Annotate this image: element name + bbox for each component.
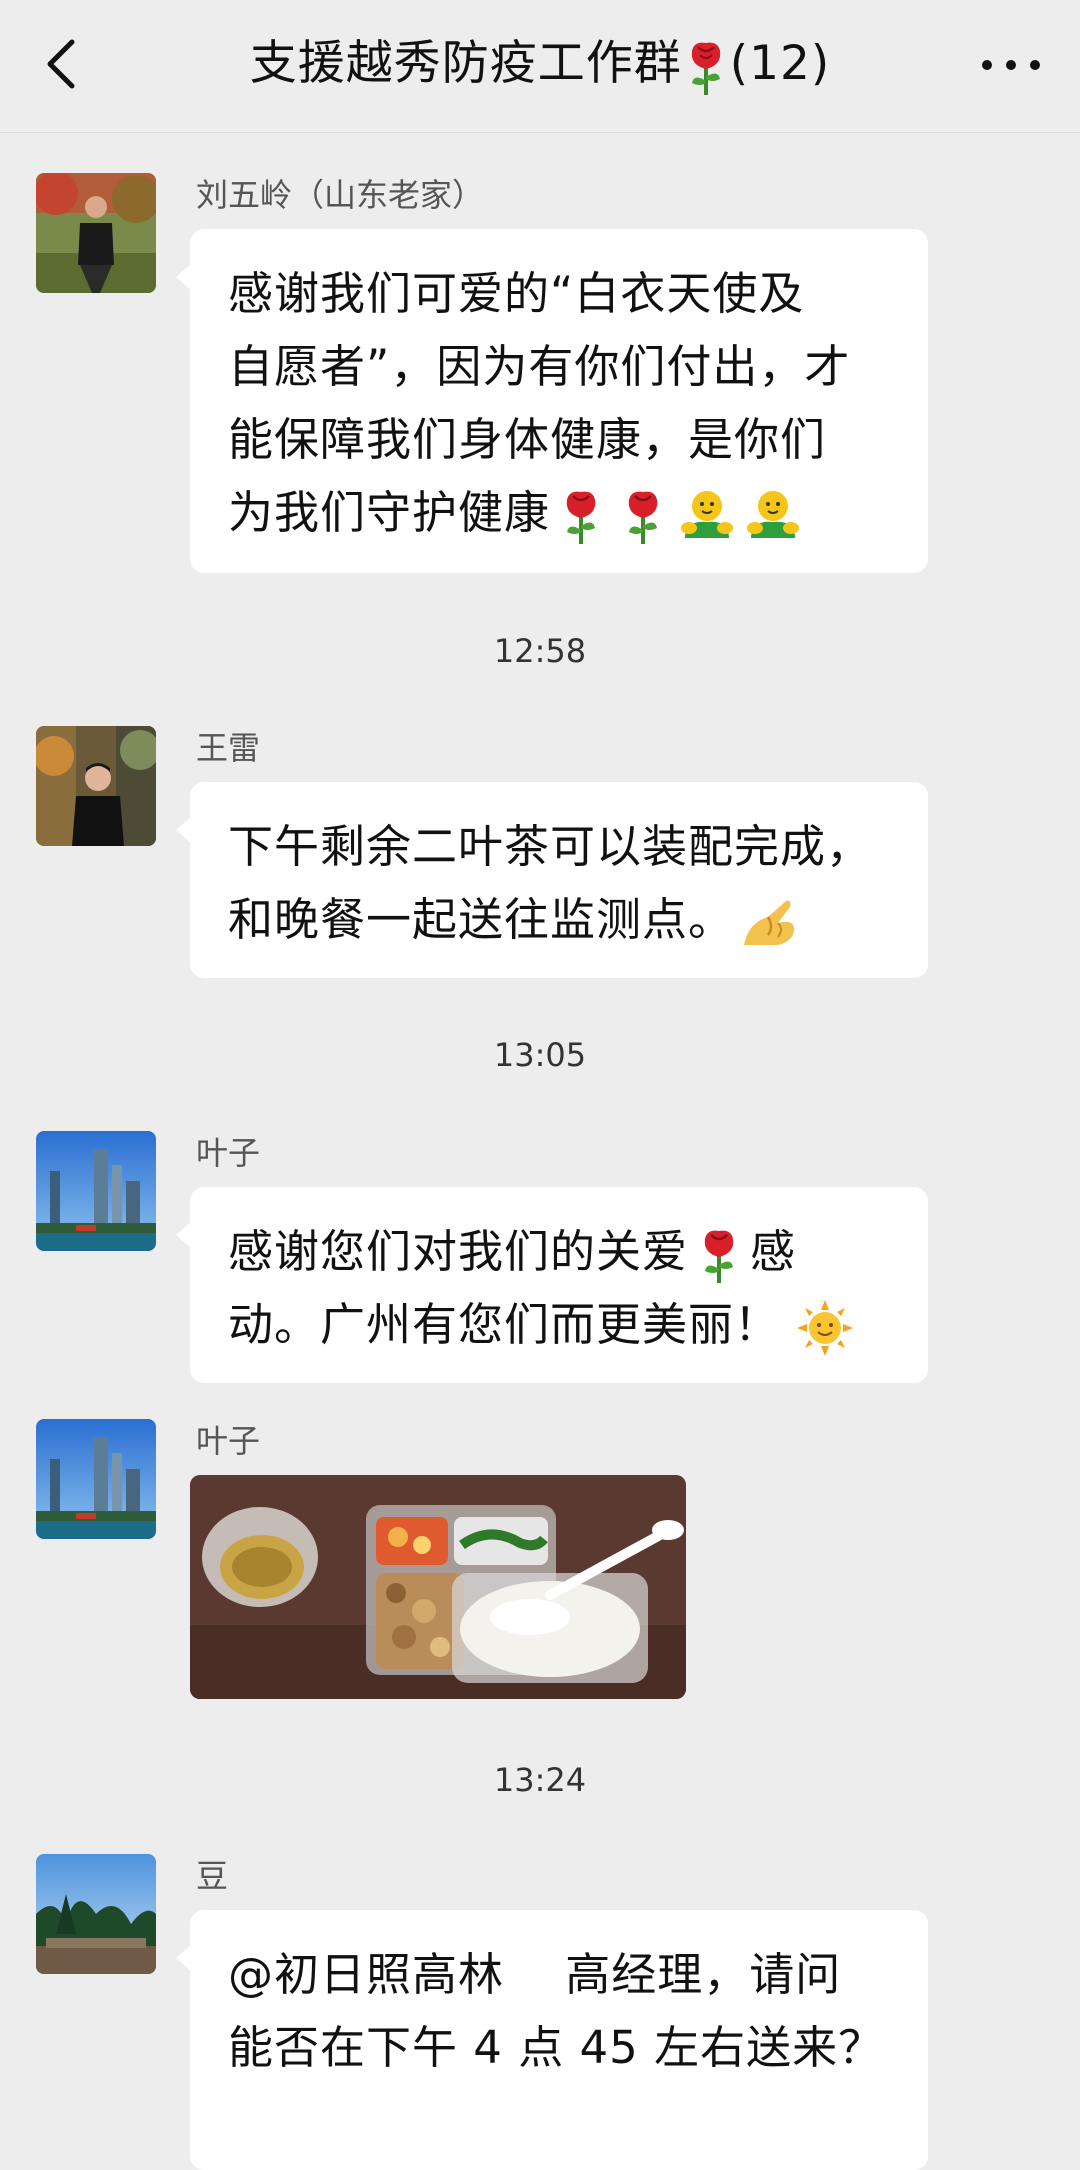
avatar-photo (36, 173, 156, 293)
hug-emoji-icon (747, 491, 800, 538)
avatar[interactable] (36, 1854, 156, 1974)
message-line-with-emoji: 感谢您们对我们的关爱 感 (228, 1215, 892, 1288)
message-item: 豆 @初日照高林 高经理，请问 能否在下午 4 点 45 左右送来？ (0, 1854, 1080, 2170)
rose-emoji-icon (691, 42, 720, 95)
sender-name: 叶子 (196, 1422, 261, 1460)
timestamp: 12:58 (493, 632, 587, 670)
avatar-photo (36, 726, 156, 846)
avatar[interactable] (36, 1419, 156, 1539)
ok-hand-emoji-icon (744, 900, 795, 945)
more-button[interactable] (982, 50, 1044, 80)
meal-photo (190, 1475, 686, 1699)
message-line-with-emoji: 和晚餐一起送往监测点。 (228, 883, 892, 956)
sender-name: 王雷 (196, 729, 261, 767)
avatar[interactable] (36, 726, 156, 846)
message-line: 能否在下午 4 点 45 左右送来？ (228, 2021, 885, 2074)
message-item: 叶子 感谢您们对我们的关爱 感 动。广州有您们而更美丽！ (0, 1131, 1080, 1383)
chat-title: 支援越秀防疫工作群 (12) (0, 28, 1080, 100)
timestamp: 13:05 (493, 1036, 587, 1074)
message-line: 为我们守护健康 (228, 486, 551, 539)
message-line-with-emoji: 动。广州有您们而更美丽！ (228, 1288, 892, 1361)
message-line: 感谢我们可爱的“白衣天使及 (228, 267, 805, 320)
message-bubble[interactable]: @初日照高林 高经理，请问 能否在下午 4 点 45 左右送来？ (176, 1910, 928, 2170)
sender-name: 豆 (196, 1857, 229, 1895)
rose-emoji-icon (628, 491, 658, 544)
image-message[interactable] (190, 1475, 686, 1699)
avatar-photo (36, 1419, 156, 1539)
more-dots-icon (982, 60, 992, 70)
rose-emoji-icon (566, 491, 596, 544)
message-line-with-emoji: 为我们守护健康 (228, 476, 892, 549)
message-line: @初日照高林 高经理，请问 (228, 1948, 842, 2001)
message-line: 能保障我们身体健康，是你们 (228, 413, 827, 466)
message-bubble[interactable]: 感谢我们可爱的“白衣天使及 自愿者”，因为有你们付出，才 能保障我们身体健康，是… (176, 229, 928, 573)
message-line: 动。广州有您们而更美丽！ (228, 1298, 781, 1351)
message-bubble[interactable]: 下午剩余二叶茶可以装配完成， 和晚餐一起送往监测点。 (176, 782, 928, 978)
hug-emoji-icon (681, 491, 734, 538)
avatar[interactable] (36, 1131, 156, 1251)
message-item: 叶子 (0, 1419, 1080, 1709)
message-item: 刘五岭（山东老家） 感谢我们可爱的“白衣天使及 自愿者”，因为有你们付出，才 能… (0, 173, 1080, 573)
chat-title-text: 支援越秀防疫工作群 (249, 36, 682, 91)
message-line: 自愿者”，因为有你们付出，才 (228, 340, 851, 393)
message-list[interactable]: 刘五岭（山东老家） 感谢我们可爱的“白衣天使及 自愿者”，因为有你们付出，才 能… (0, 133, 1080, 2170)
message-line: 下午剩余二叶茶可以装配完成， (228, 820, 873, 873)
more-dot (1030, 60, 1040, 70)
sender-name: 叶子 (196, 1134, 261, 1172)
message-line-tail: 感 (750, 1225, 797, 1278)
message-line: 感谢您们对我们的关爱 (228, 1225, 689, 1278)
avatar[interactable] (36, 173, 156, 293)
more-dot (1006, 60, 1016, 70)
sun-emoji-icon (797, 1300, 854, 1356)
timestamp: 13:24 (493, 1761, 587, 1799)
avatar-photo (36, 1131, 156, 1251)
message-item: 王雷 下午剩余二叶茶可以装配完成， 和晚餐一起送往监测点。 (0, 726, 1080, 978)
rose-emoji-icon (704, 1230, 734, 1283)
sender-name: 刘五岭（山东老家） (196, 176, 485, 214)
message-bubble[interactable]: 感谢您们对我们的关爱 感 动。广州有您们而更美丽！ (176, 1187, 928, 1383)
avatar-photo (36, 1854, 156, 1974)
chat-header: 支援越秀防疫工作群 (12) (0, 0, 1080, 133)
member-count: (12) (729, 36, 831, 91)
message-line: 和晚餐一起送往监测点。 (228, 893, 735, 946)
